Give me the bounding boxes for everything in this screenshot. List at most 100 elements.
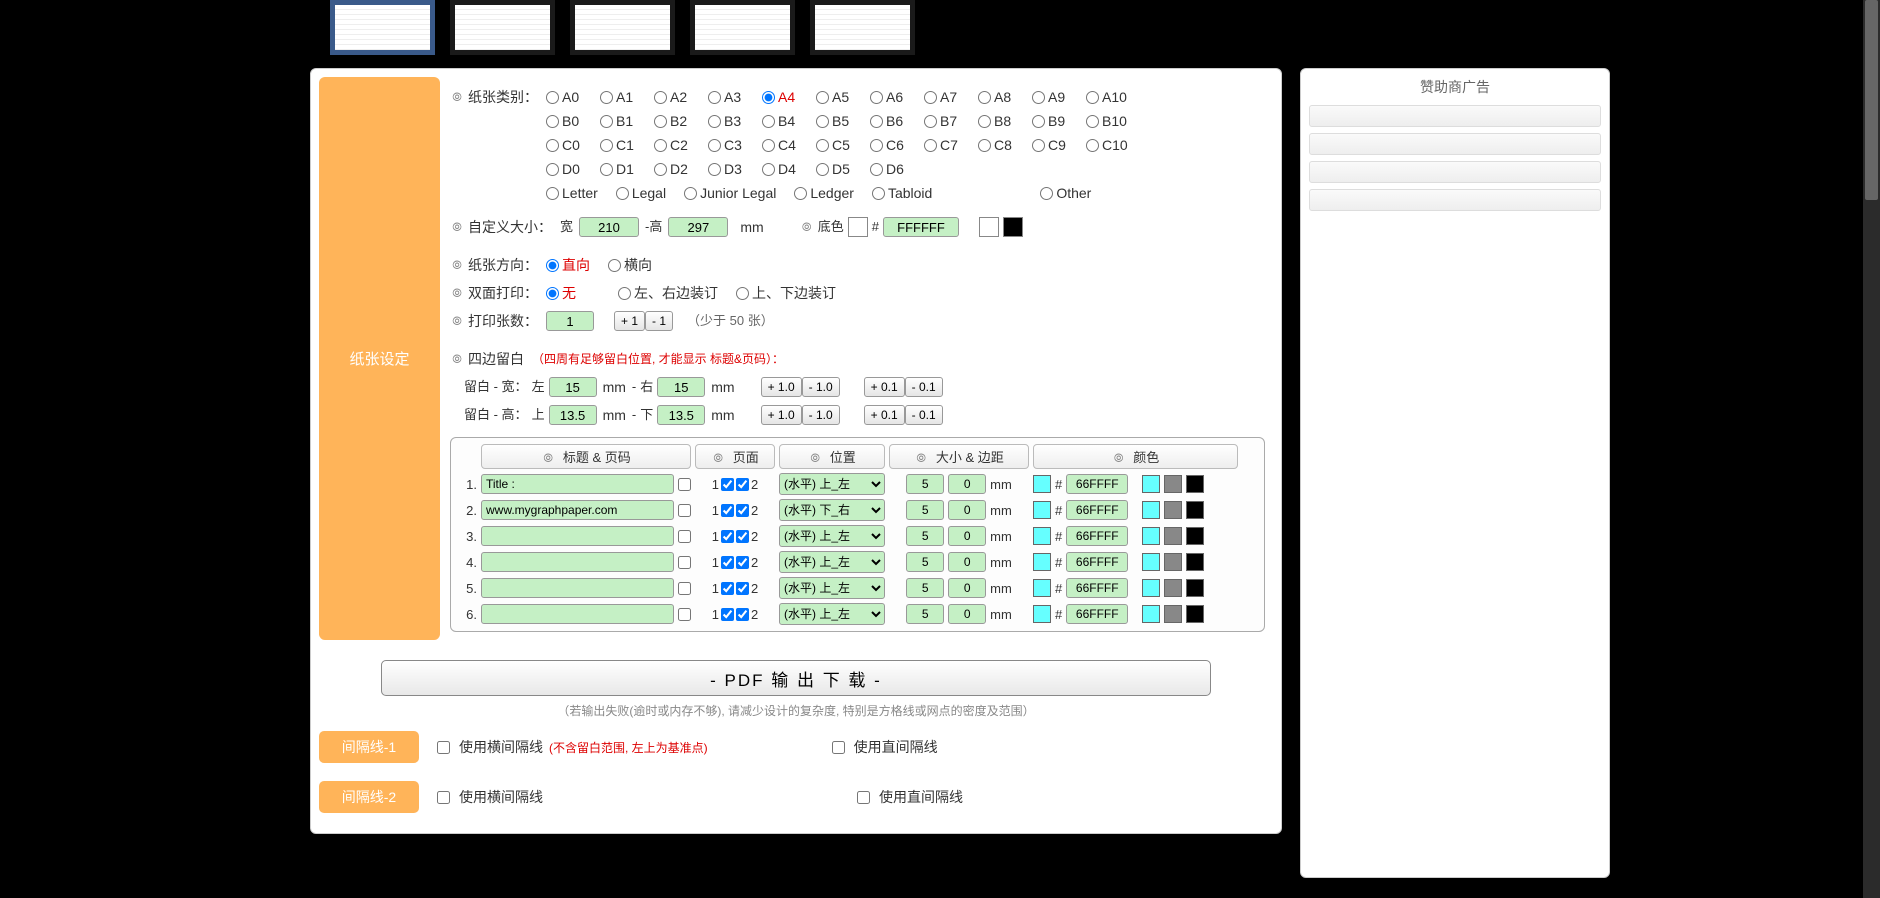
radio-paper-c7[interactable]: C7	[924, 133, 978, 157]
title-text-input[interactable]	[481, 552, 674, 572]
swatch-white[interactable]	[979, 217, 999, 237]
page1-checkbox[interactable]	[721, 556, 734, 569]
radio-paper-a10[interactable]: A10	[1086, 85, 1140, 109]
radio-paper-a4[interactable]: A4	[762, 85, 816, 109]
copies-plus1-button[interactable]: + 1	[614, 311, 645, 331]
copies-minus1-button[interactable]: - 1	[645, 311, 673, 331]
size-input[interactable]	[906, 474, 944, 494]
radio-paper-b8[interactable]: B8	[978, 109, 1032, 133]
preset-swatch[interactable]	[1164, 475, 1182, 493]
preset-swatch[interactable]	[1164, 579, 1182, 597]
radio-paper-b4[interactable]: B4	[762, 109, 816, 133]
pdf-download-button[interactable]: - PDF 输 出 下 载 -	[381, 660, 1211, 696]
sep2-v-checkbox[interactable]: 使用直间隔线	[853, 787, 963, 807]
radio-paper-a6[interactable]: A6	[870, 85, 924, 109]
margin-left-input[interactable]	[549, 377, 597, 397]
preset-swatch[interactable]	[1164, 527, 1182, 545]
preset-swatch[interactable]	[1164, 501, 1182, 519]
position-select[interactable]: (水平) 上_左	[779, 577, 885, 599]
title-text-input[interactable]	[481, 578, 674, 598]
preset-swatch[interactable]	[1164, 605, 1182, 623]
preset-swatch[interactable]	[1142, 475, 1160, 493]
bgcolor-swatch[interactable]	[848, 217, 868, 237]
radio-paper-b0[interactable]: B0	[546, 109, 600, 133]
help-icon[interactable]: ⦾	[450, 85, 464, 109]
title-enable-checkbox[interactable]	[678, 582, 691, 595]
margin-h-minus01-button[interactable]: - 0.1	[905, 405, 943, 425]
radio-paper-c5[interactable]: C5	[816, 133, 870, 157]
preset-swatch[interactable]	[1186, 605, 1204, 623]
margin-input[interactable]	[948, 474, 986, 494]
radio-paper-a2[interactable]: A2	[654, 85, 708, 109]
margin-w-plus01-button[interactable]: + 0.1	[864, 377, 905, 397]
radio-paper-d5[interactable]: D5	[816, 157, 870, 181]
radio-paper-c9[interactable]: C9	[1032, 133, 1086, 157]
page2-checkbox[interactable]	[736, 582, 749, 595]
radio-paper-b2[interactable]: B2	[654, 109, 708, 133]
radio-paper-b7[interactable]: B7	[924, 109, 978, 133]
radio-paper-a3[interactable]: A3	[708, 85, 762, 109]
radio-duplex-none[interactable]: 无	[546, 281, 600, 305]
color-hex-input[interactable]	[1066, 604, 1128, 624]
page2-checkbox[interactable]	[736, 504, 749, 517]
title-enable-checkbox[interactable]	[678, 556, 691, 569]
radio-paper-tabloid[interactable]: Tabloid	[872, 181, 932, 205]
radio-paper-c6[interactable]: C6	[870, 133, 924, 157]
position-select[interactable]: (水平) 上_左	[779, 473, 885, 495]
radio-duplex-tb[interactable]: 上、下边装订	[736, 281, 836, 305]
radio-paper-legal[interactable]: Legal	[616, 181, 666, 205]
margin-h-minus10-button[interactable]: - 1.0	[802, 405, 840, 425]
preset-swatch[interactable]	[1186, 553, 1204, 571]
preset-swatch[interactable]	[1142, 553, 1160, 571]
color-hex-input[interactable]	[1066, 552, 1128, 572]
title-text-input[interactable]	[481, 500, 674, 520]
thumbnail-1[interactable]	[330, 0, 435, 55]
swatch-black[interactable]	[1003, 217, 1023, 237]
margin-w-plus10-button[interactable]: + 1.0	[761, 377, 802, 397]
radio-duplex-lr[interactable]: 左、右边装订	[618, 281, 718, 305]
color-swatch[interactable]	[1033, 501, 1051, 519]
width-input[interactable]	[579, 217, 639, 237]
radio-paper-b6[interactable]: B6	[870, 109, 924, 133]
help-icon[interactable]: ⦾	[450, 281, 464, 305]
title-enable-checkbox[interactable]	[678, 478, 691, 491]
margin-top-input[interactable]	[549, 405, 597, 425]
scrollbar-thumb[interactable]	[1865, 0, 1878, 200]
radio-paper-b1[interactable]: B1	[600, 109, 654, 133]
page1-checkbox[interactable]	[721, 582, 734, 595]
title-enable-checkbox[interactable]	[678, 608, 691, 621]
help-icon[interactable]: ⦾	[800, 215, 814, 239]
page1-checkbox[interactable]	[721, 530, 734, 543]
color-swatch[interactable]	[1033, 553, 1051, 571]
preset-swatch[interactable]	[1186, 527, 1204, 545]
size-input[interactable]	[906, 578, 944, 598]
radio-paper-ledger[interactable]: Ledger	[794, 181, 854, 205]
page2-checkbox[interactable]	[736, 556, 749, 569]
radio-paper-c2[interactable]: C2	[654, 133, 708, 157]
radio-paper-a5[interactable]: A5	[816, 85, 870, 109]
preset-swatch[interactable]	[1142, 605, 1160, 623]
help-icon[interactable]: ⦾	[450, 309, 464, 333]
ad-slot[interactable]	[1309, 161, 1601, 183]
color-hex-input[interactable]	[1066, 474, 1128, 494]
thumbnail-3[interactable]	[570, 0, 675, 55]
radio-paper-d1[interactable]: D1	[600, 157, 654, 181]
radio-paper-c8[interactable]: C8	[978, 133, 1032, 157]
height-input[interactable]	[668, 217, 728, 237]
radio-paper-b10[interactable]: B10	[1086, 109, 1140, 133]
radio-paper-c4[interactable]: C4	[762, 133, 816, 157]
help-icon[interactable]: ⦾	[450, 215, 464, 239]
thumbnail-5[interactable]	[810, 0, 915, 55]
margin-input[interactable]	[948, 578, 986, 598]
color-hex-input[interactable]	[1066, 526, 1128, 546]
margin-h-plus01-button[interactable]: + 0.1	[864, 405, 905, 425]
radio-paper-c3[interactable]: C3	[708, 133, 762, 157]
ad-slot[interactable]	[1309, 189, 1601, 211]
sep1-h-checkbox[interactable]: 使用横间隔线 (不含留白范围, 左上为基准点)	[433, 737, 708, 757]
size-input[interactable]	[906, 526, 944, 546]
radio-paper-letter[interactable]: Letter	[546, 181, 598, 205]
margin-w-minus10-button[interactable]: - 1.0	[802, 377, 840, 397]
preset-swatch[interactable]	[1186, 501, 1204, 519]
copies-input[interactable]	[546, 311, 594, 331]
margin-input[interactable]	[948, 604, 986, 624]
